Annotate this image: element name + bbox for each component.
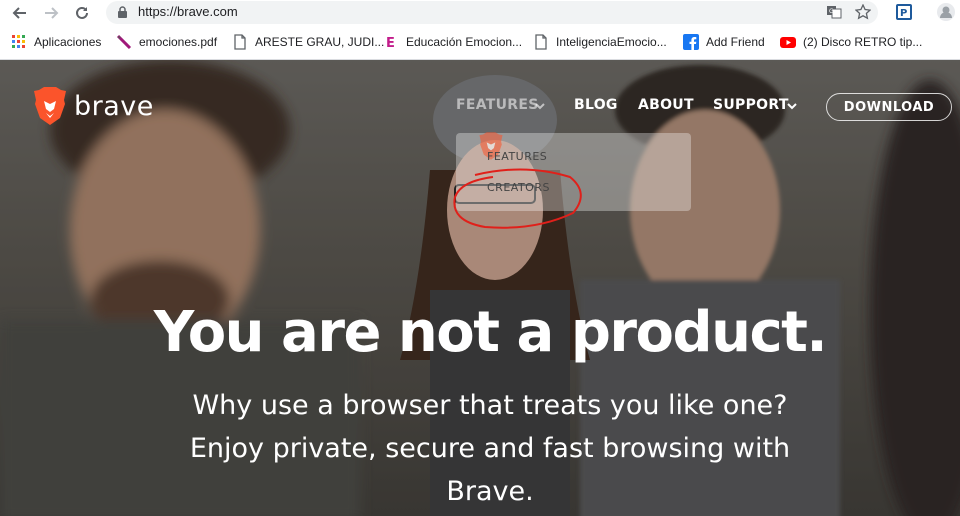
reload-icon <box>76 6 88 19</box>
address-bar[interactable]: https://brave.com G <box>106 1 878 24</box>
apps-grid-icon <box>11 34 27 50</box>
forward-arrow-icon <box>45 7 59 19</box>
document-icon <box>533 34 549 50</box>
bookmark-educacion[interactable]: E Educación Emocion... <box>383 33 522 51</box>
youtube-icon <box>780 34 796 50</box>
bookmark-label: emociones.pdf <box>139 35 218 49</box>
chevron-down-icon <box>535 103 545 110</box>
profile-button[interactable] <box>937 3 955 21</box>
forward-button[interactable] <box>40 2 62 24</box>
bookmark-add-friend[interactable]: Add Friend <box>683 33 765 51</box>
brave-wordmark: brave <box>74 90 154 122</box>
brave-lion-icon <box>34 87 66 125</box>
browser-toolbar: https://brave.com G P <box>0 0 960 26</box>
e-letter-icon: E <box>383 34 399 51</box>
hero-subline-1: Why use a browser that treats you like o… <box>192 390 788 421</box>
bookmark-label: Educación Emocion... <box>406 35 523 49</box>
facebook-icon <box>683 34 699 50</box>
bookmark-label: InteligenciaEmocio... <box>556 35 667 49</box>
nav-features[interactable]: FEATURES <box>456 97 539 113</box>
bookmark-star-button[interactable] <box>854 3 872 21</box>
download-button[interactable]: DOWNLOAD <box>826 93 952 121</box>
back-button[interactable] <box>9 2 31 24</box>
bookmark-label: Aplicaciones <box>34 35 102 49</box>
back-arrow-icon <box>12 7 26 19</box>
avatar-icon <box>937 3 955 21</box>
bookmark-apps[interactable]: Aplicaciones <box>11 33 101 51</box>
svg-text:E: E <box>386 36 395 50</box>
bookmarks-bar: Aplicaciones emociones.pdf ARESTE GRAU, … <box>0 26 960 60</box>
bookmark-disco-retro[interactable]: (2) Disco RETRO tip... <box>780 33 922 51</box>
bookmark-emociones[interactable]: emociones.pdf <box>116 33 217 51</box>
translate-button[interactable]: G <box>825 3 843 21</box>
hero-headline: You are not a product. <box>153 300 828 365</box>
hero-subline-2: Enjoy private, secure and fast browsing … <box>189 433 791 464</box>
dropdown-item-features[interactable]: FEATURES <box>487 150 547 163</box>
hero-subline-3: Brave. <box>446 476 534 507</box>
extension-button[interactable]: P <box>895 3 913 21</box>
bookmark-label: (2) Disco RETRO tip... <box>803 35 923 49</box>
reload-button[interactable] <box>71 2 93 24</box>
nav-support[interactable]: SUPPORT <box>713 97 789 113</box>
red-annotation-circle <box>453 168 582 229</box>
bookmark-inteligencia[interactable]: InteligenciaEmocio... <box>533 33 667 51</box>
bookmark-areste[interactable]: ARESTE GRAU, JUDI... <box>232 33 384 51</box>
lock-icon <box>118 6 127 18</box>
star-icon <box>855 4 871 20</box>
bookmark-label: Add Friend <box>706 35 765 49</box>
hero-section: brave FEATURES BLOG ABOUT SUPPORT FEATUR… <box>0 60 960 516</box>
svg-text:P: P <box>900 8 907 19</box>
document-icon <box>232 34 248 50</box>
nav-blog[interactable]: BLOG <box>574 97 618 113</box>
extension-p-icon: P <box>896 4 912 20</box>
bookmark-label: ARESTE GRAU, JUDI... <box>255 35 385 49</box>
url-text: https://brave.com <box>138 4 238 19</box>
nav-about[interactable]: ABOUT <box>638 97 694 113</box>
pdf-pen-icon <box>116 34 132 50</box>
svg-text:G: G <box>829 8 834 15</box>
translate-icon: G <box>827 6 842 19</box>
chevron-down-icon <box>787 103 797 110</box>
brave-logo[interactable]: brave <box>32 86 154 126</box>
